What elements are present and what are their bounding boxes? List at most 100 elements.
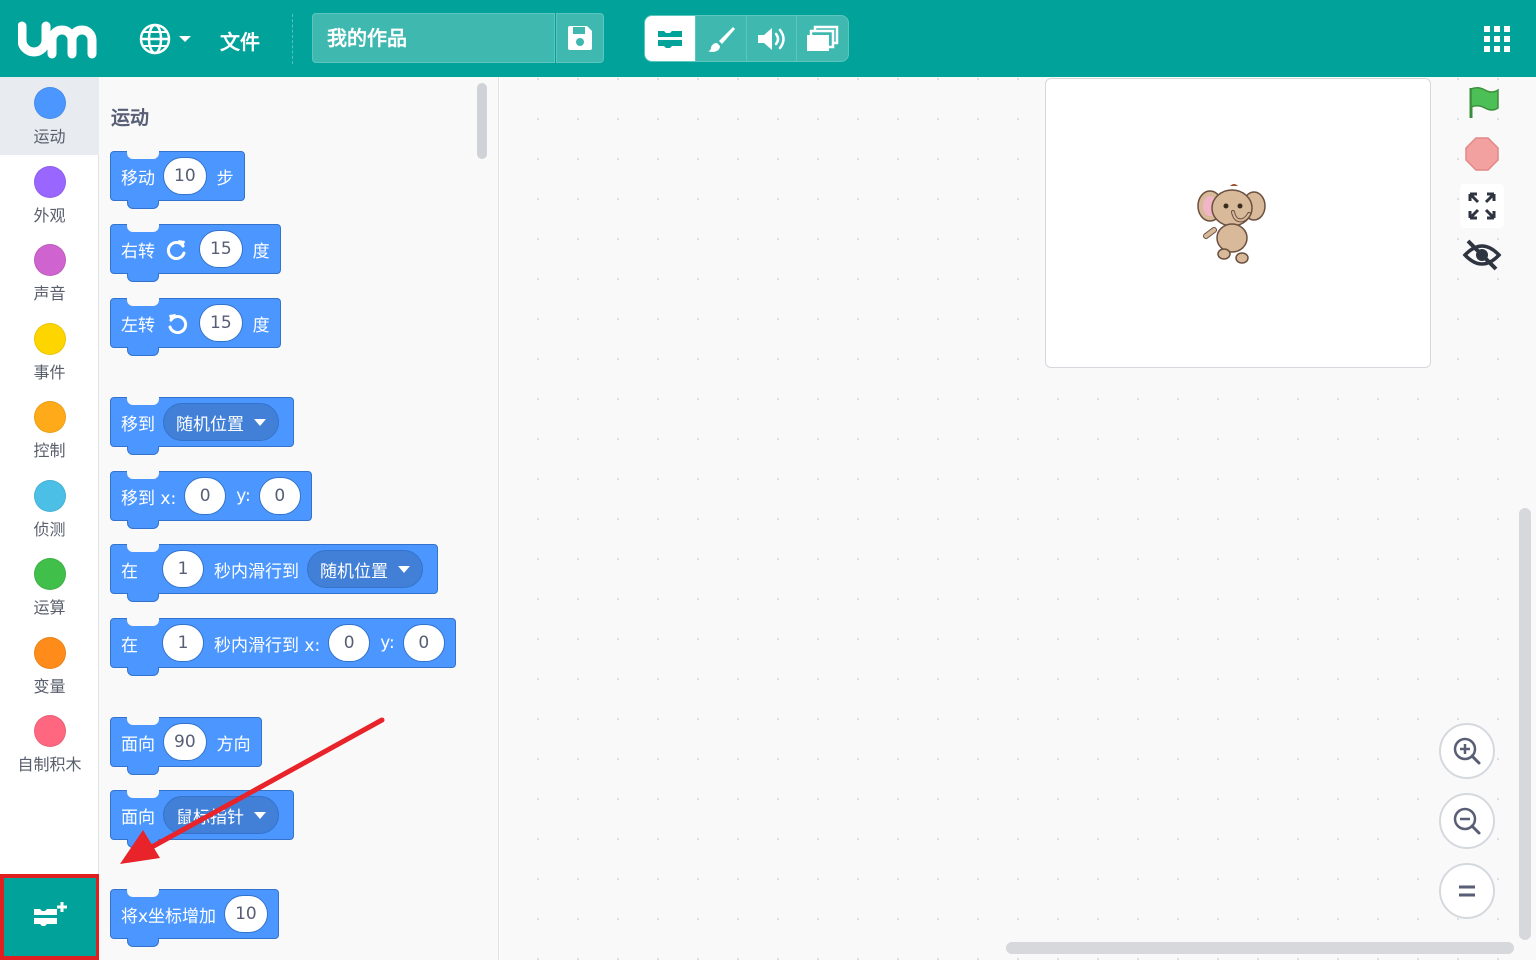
palette-section-title: 运动 <box>111 107 150 129</box>
eye-slash-icon <box>1462 239 1502 271</box>
block-text: 右转 <box>121 241 155 262</box>
x-change-input[interactable]: 10 <box>224 895 268 933</box>
file-menu[interactable]: 文件 <box>220 26 260 55</box>
dropdown-value: 鼠标指针 <box>176 807 244 828</box>
block-goto[interactable]: 移到 随机位置 <box>110 397 294 455</box>
towards-target-dropdown[interactable]: 鼠标指针 <box>163 796 279 834</box>
category-label: 事件 <box>33 362 66 382</box>
zoom-out-button[interactable] <box>1439 793 1495 849</box>
block-turn-right[interactable]: 右转 15 度 <box>110 224 281 282</box>
y-input[interactable]: 0 <box>402 624 445 662</box>
block-text: 方向 <box>216 734 251 755</box>
block-glide[interactable]: 在 1 秒内滑行到 随机位置 <box>110 544 438 602</box>
fullscreen-button[interactable] <box>1460 184 1504 228</box>
x-input[interactable]: 0 <box>184 477 227 515</box>
dropdown-value: 随机位置 <box>176 414 244 435</box>
category-item[interactable]: 侦测 <box>0 470 99 548</box>
editor-mode-tabs <box>644 15 849 62</box>
add-extension-icon <box>33 902 67 926</box>
block-point-towards[interactable]: 面向 鼠标指针 <box>110 790 294 848</box>
hide-stage-button[interactable] <box>1460 233 1504 277</box>
seconds-input[interactable]: 1 <box>162 550 204 588</box>
paintbrush-icon <box>707 26 735 52</box>
palette-scrollbar[interactable] <box>477 83 487 159</box>
block-goto-xy[interactable]: 移到 x: 0 y: 0 <box>110 471 312 529</box>
block-glide-xy[interactable]: 在 1 秒内滑行到 x: 0 y: 0 <box>110 618 456 676</box>
seconds-input[interactable]: 1 <box>162 624 204 662</box>
block-change-x[interactable]: 将x坐标增加 10 <box>110 889 279 947</box>
globe-icon <box>139 23 191 55</box>
workspace-vertical-scrollbar[interactable] <box>1519 508 1531 940</box>
save-button[interactable] <box>556 13 604 63</box>
category-item[interactable]: 运算 <box>0 548 99 626</box>
chevron-down-icon <box>398 565 410 573</box>
stop-button[interactable] <box>1460 132 1504 176</box>
category-color-dot <box>33 401 66 433</box>
direction-input[interactable]: 90 <box>163 723 207 761</box>
workspace-horizontal-scrollbar[interactable] <box>1006 942 1514 954</box>
block-text: 移到 <box>121 414 155 435</box>
block-text: 面向 <box>121 734 155 755</box>
code-blocks-icon <box>657 30 682 48</box>
category-item[interactable]: 变量 <box>0 627 99 705</box>
language-menu[interactable] <box>138 22 198 56</box>
category-label: 声音 <box>33 284 66 303</box>
category-color-dot <box>33 715 66 747</box>
category-color-dot <box>33 636 66 669</box>
block-move-steps[interactable]: 移动 10 步 <box>110 151 245 209</box>
category-item[interactable]: 运动 <box>0 77 99 155</box>
category-label: 运算 <box>33 598 66 617</box>
glide-target-dropdown[interactable]: 随机位置 <box>307 550 423 588</box>
zoom-in-button[interactable] <box>1439 723 1495 779</box>
degrees-input[interactable]: 15 <box>199 304 243 342</box>
layers-icon <box>806 25 838 51</box>
block-text: 移动 <box>121 168 155 189</box>
grid-icon[interactable] <box>1484 26 1510 52</box>
block-text: 面向 <box>121 807 155 828</box>
fullscreen-icon <box>1468 192 1496 220</box>
menu-divider <box>292 14 293 64</box>
category-color-dot <box>33 322 66 355</box>
steps-input[interactable]: 10 <box>163 157 207 195</box>
x-input[interactable]: 0 <box>328 624 371 662</box>
block-text: y: <box>380 633 395 653</box>
category-sidebar: 运动外观声音事件控制 侦测运算变量 自制积木 <box>0 77 99 960</box>
block-turn-left[interactable]: 左转 15 度 <box>110 298 281 356</box>
category-label: 运动 <box>33 127 66 146</box>
chevron-down-icon <box>254 418 266 426</box>
project-title-input[interactable]: 我的作品 <box>312 13 555 63</box>
block-text: 度 <box>252 241 270 262</box>
category-label: 外观 <box>33 205 66 225</box>
category-color-dot <box>33 165 66 198</box>
speaker-icon <box>758 27 786 50</box>
tab-code[interactable] <box>645 16 696 61</box>
category-item[interactable]: 控制 <box>0 391 99 469</box>
block-point-direction[interactable]: 面向 90 方向 <box>110 717 262 775</box>
tab-costumes[interactable] <box>696 16 747 61</box>
elephant-sprite[interactable] <box>1196 178 1268 264</box>
rotate-clockwise-icon <box>166 240 186 260</box>
block-text: y: <box>236 486 251 506</box>
category-color-dot <box>33 558 66 590</box>
stop-icon <box>1465 137 1499 171</box>
um-logo[interactable] <box>18 16 104 60</box>
y-input[interactable]: 0 <box>258 477 301 515</box>
block-text: 秒内滑行到 <box>214 561 299 582</box>
block-text: 将x坐标增加 <box>121 906 217 927</box>
zoom-reset-button[interactable] <box>1439 863 1495 919</box>
green-flag-button[interactable] <box>1460 80 1504 124</box>
block-text: 秒内滑行到 x: <box>214 635 321 656</box>
category-item[interactable]: 声音 <box>0 234 99 312</box>
editor-app: 文件 我的作品 运动 外观 声音 事件 控制 侦测 运算 变量 自制积木 运动 … <box>0 0 1536 960</box>
add-extension-button[interactable] <box>0 874 99 960</box>
category-item[interactable]: 事件 <box>0 313 99 391</box>
tab-layers[interactable] <box>797 16 848 61</box>
category-item[interactable]: 外观 <box>0 156 99 234</box>
green-flag-icon <box>1469 86 1499 118</box>
degrees-input[interactable]: 15 <box>199 230 243 268</box>
block-text: 移到 x: <box>121 488 177 509</box>
goto-target-dropdown[interactable]: 随机位置 <box>163 403 279 441</box>
block-text: 步 <box>216 168 234 189</box>
category-item[interactable]: 自制积木 <box>0 705 99 783</box>
tab-sounds[interactable] <box>747 16 798 61</box>
